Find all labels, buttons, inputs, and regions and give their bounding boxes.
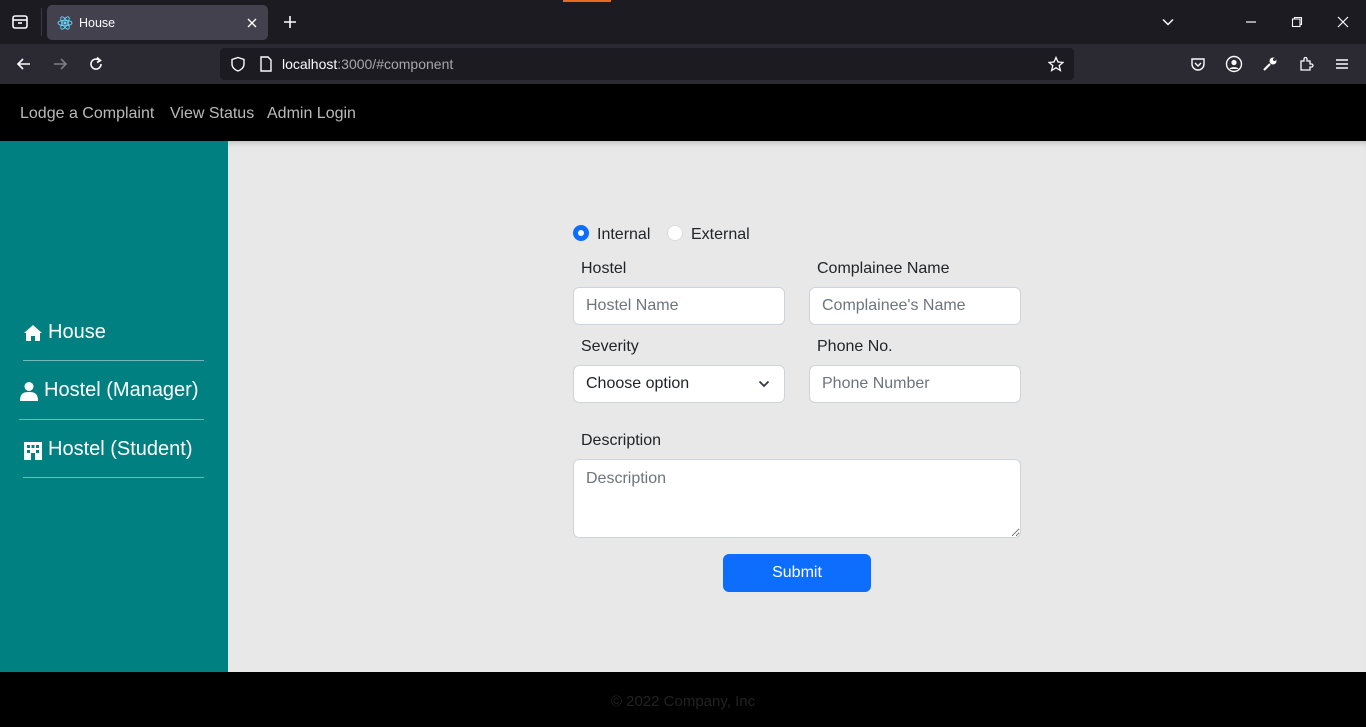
sidebar-divider <box>23 477 204 478</box>
app-navbar: Lodge a Complaint View Status Admin Logi… <box>0 84 1366 141</box>
sidebar-item-hostel-student[interactable]: Hostel (Student) <box>23 438 193 461</box>
building-icon <box>23 440 43 460</box>
tab-separator <box>41 8 42 36</box>
sidebar-item-house[interactable]: House <box>23 321 106 344</box>
description-label: Description <box>581 432 662 449</box>
chevron-down-icon <box>758 380 770 388</box>
browser-nav-bar: localhost:3000/#component <box>0 44 1366 84</box>
sidebar-item-hostel-manager[interactable]: Hostel (Manager) <box>19 379 199 402</box>
url-bar[interactable]: localhost:3000/#component <box>220 48 1074 80</box>
tab-overflow-chevron-icon[interactable] <box>1156 10 1180 34</box>
submit-button[interactable]: Submit <box>723 554 871 592</box>
radio-external[interactable] <box>667 225 683 241</box>
react-icon <box>57 15 73 31</box>
severity-select[interactable]: Choose option <box>573 365 785 403</box>
tab-list-icon <box>12 15 28 29</box>
window-close-icon[interactable] <box>1331 10 1355 34</box>
tab-list-button[interactable] <box>8 10 32 34</box>
description-textarea[interactable] <box>573 459 1021 538</box>
bookmark-star-icon[interactable] <box>1044 52 1068 76</box>
sidebar-divider <box>23 360 204 361</box>
shield-icon[interactable] <box>226 52 250 76</box>
menu-icon[interactable] <box>1330 52 1354 76</box>
nav-link-lodge-complaint[interactable]: Lodge a Complaint <box>20 105 154 123</box>
url-host: localhost <box>282 56 338 72</box>
radio-internal-label[interactable]: Internal <box>597 226 650 244</box>
main-content: Internal External Hostel Complainee Name… <box>228 141 1366 672</box>
back-arrow-icon[interactable] <box>12 52 36 76</box>
browser-tab-active[interactable]: House <box>47 5 268 40</box>
restore-icon[interactable] <box>1285 10 1309 34</box>
browser-tab-bar: House <box>0 0 1366 44</box>
phone-label: Phone No. <box>817 338 893 355</box>
sidebar-item-label: Hostel (Student) <box>48 438 193 460</box>
footer-copyright: © 2022 Company, Inc <box>610 693 756 710</box>
severity-label: Severity <box>581 338 639 355</box>
url-path: :3000/#component <box>337 56 454 72</box>
tab-bar-accent <box>563 0 611 2</box>
complainee-label: Complainee Name <box>817 260 950 277</box>
extensions-icon[interactable] <box>1294 52 1318 76</box>
wrench-icon[interactable] <box>1258 52 1282 76</box>
phone-number-input[interactable] <box>809 365 1021 403</box>
page-icon[interactable] <box>254 52 278 76</box>
footer: © 2022 Company, Inc <box>0 672 1366 727</box>
sidebar-divider <box>19 419 204 420</box>
sidebar: House Hostel (Manager) Hostel (Student) <box>0 141 228 672</box>
minimize-icon[interactable] <box>1239 10 1263 34</box>
plus-icon <box>284 16 296 28</box>
hostel-label: Hostel <box>581 260 627 277</box>
forward-arrow-icon[interactable] <box>48 52 72 76</box>
pocket-icon[interactable] <box>1186 52 1210 76</box>
complainee-name-input[interactable] <box>809 287 1021 325</box>
url-text[interactable]: localhost:3000/#component <box>282 56 453 72</box>
severity-selected-value: Choose option <box>586 375 690 392</box>
user-icon <box>19 381 39 401</box>
radio-internal[interactable] <box>573 225 589 241</box>
radio-external-label[interactable]: External <box>691 226 750 244</box>
tab-close-icon[interactable] <box>242 13 262 33</box>
home-icon <box>23 324 43 342</box>
new-tab-button[interactable] <box>278 10 302 34</box>
hostel-name-input[interactable] <box>573 287 785 325</box>
reload-icon[interactable] <box>84 52 108 76</box>
nav-link-admin-login[interactable]: Admin Login <box>267 105 356 123</box>
account-icon[interactable] <box>1222 52 1246 76</box>
sidebar-item-label: Hostel (Manager) <box>44 379 199 401</box>
sidebar-item-label: House <box>48 321 106 343</box>
nav-link-view-status[interactable]: View Status <box>170 105 254 123</box>
tab-title: House <box>79 15 116 30</box>
